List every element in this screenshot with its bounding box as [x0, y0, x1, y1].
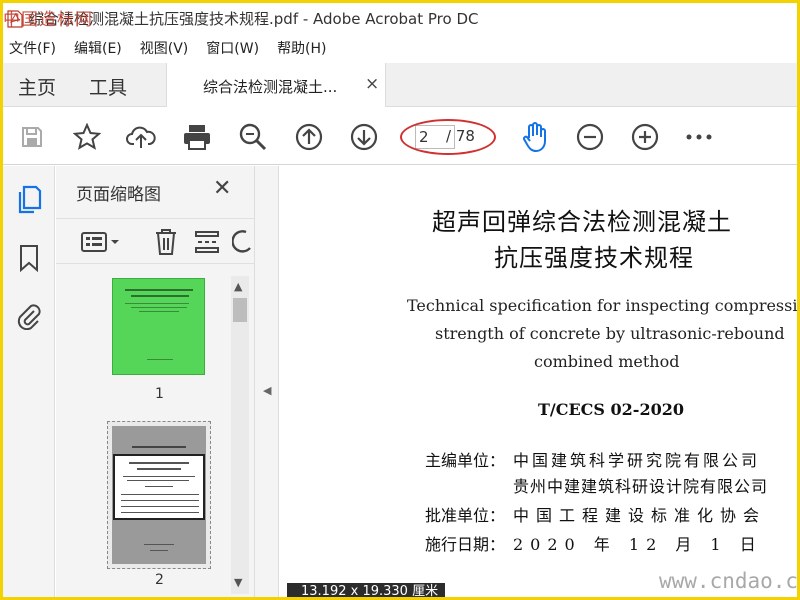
- page-thumbnail-2[interactable]: [107, 421, 211, 569]
- title-bar: 综合法检测混凝土抗压强度技术规程.pdf - Adobe Acrobat Pro…: [3, 3, 797, 34]
- page-up-icon[interactable]: [293, 121, 325, 153]
- tab-row: 主页 工具 综合法检测混凝土... ×: [3, 63, 797, 107]
- doc-title-zh-line2: 抗压强度技术规程: [494, 244, 694, 272]
- toolbar: 2 / 78: [3, 107, 797, 165]
- approver-org: 中国工程建设标准化协会: [513, 506, 767, 525]
- panel-close-button[interactable]: ✕: [213, 176, 231, 201]
- bookmark-icon[interactable]: [15, 242, 43, 274]
- thumbnail-label-1: 1: [155, 386, 164, 402]
- menu-window[interactable]: 窗口(W): [206, 38, 259, 58]
- page-down-icon[interactable]: [348, 121, 380, 153]
- editor-org-1: 中国建筑科学研究院有限公司: [513, 451, 761, 470]
- doc-title-en-line3: combined method: [534, 352, 680, 371]
- zoom-search-icon[interactable]: [237, 121, 269, 153]
- tab-document-label: 综合法检测混凝土...: [203, 78, 338, 96]
- panel-splitter[interactable]: ◀: [254, 166, 279, 597]
- extract-page-icon[interactable]: [192, 227, 222, 257]
- rotate-page-icon[interactable]: [232, 227, 254, 257]
- scroll-thumb[interactable]: [233, 298, 247, 322]
- watermark-top: 中国造标网: [3, 10, 93, 30]
- watermark-bottom: www.cndao.com: [659, 569, 797, 593]
- thumbnail-panel: 页面缩略图 ✕ 1 2 ▲ ▼: [56, 166, 254, 597]
- highlight-ellipse: [400, 119, 496, 155]
- menu-view[interactable]: 视图(V): [140, 38, 189, 58]
- editor-org-2: 贵州中建建筑科研设计院有限公司: [513, 477, 769, 496]
- tab-close-button[interactable]: ×: [365, 74, 379, 94]
- menu-edit[interactable]: 编辑(E): [74, 38, 122, 58]
- editor-label: 主编单位：: [425, 451, 506, 470]
- page-thumbnails-icon[interactable]: [15, 184, 43, 216]
- document-view: 超声回弹综合法检测混凝土 抗压强度技术规程 Technical specific…: [280, 166, 797, 597]
- attachment-icon[interactable]: [15, 300, 43, 332]
- page-dimensions-tooltip: 13.192 x 19.330 厘米: [287, 583, 445, 597]
- approver-label: 批准单位：: [425, 506, 506, 525]
- window-title: 综合法检测混凝土抗压强度技术规程.pdf - Adobe Acrobat Pro…: [29, 10, 479, 28]
- doc-title-en-line1: Technical specification for inspecting c…: [407, 296, 797, 315]
- menu-file[interactable]: 文件(F): [9, 38, 56, 58]
- bookmark-star-icon[interactable]: [71, 121, 103, 153]
- doc-title-zh-line1: 超声回弹综合法检测混凝土: [432, 208, 732, 236]
- collapse-panel-icon[interactable]: ◀: [263, 384, 271, 397]
- panel-title: 页面缩略图: [76, 185, 161, 205]
- effective-date-label: 施行日期：: [425, 535, 506, 554]
- print-icon[interactable]: [181, 121, 213, 153]
- zoom-out-icon[interactable]: [574, 121, 606, 153]
- doc-title-en-line2: strength of concrete by ultrasonic-rebou…: [435, 324, 785, 343]
- panel-toolbar: [56, 218, 254, 264]
- more-icon[interactable]: [683, 121, 715, 153]
- menu-help[interactable]: 帮助(H): [277, 38, 326, 58]
- thumbnail-scrollbar[interactable]: ▲ ▼: [231, 276, 249, 594]
- thumbnail-label-2: 2: [155, 572, 164, 588]
- tab-tools[interactable]: 工具: [89, 73, 127, 100]
- options-menu-icon[interactable]: [78, 227, 122, 257]
- scroll-down-arrow-icon[interactable]: ▼: [234, 576, 242, 589]
- delete-page-icon[interactable]: [151, 227, 181, 257]
- tab-document[interactable]: 综合法检测混凝土... ×: [166, 63, 386, 107]
- scroll-up-arrow-icon[interactable]: ▲: [234, 280, 242, 293]
- doc-standard-code: T/CECS 02-2020: [538, 400, 684, 419]
- page-thumbnail-1[interactable]: [112, 278, 205, 375]
- acrobat-window: 综合法检测混凝土抗压强度技术规程.pdf - Adobe Acrobat Pro…: [3, 3, 797, 597]
- navigation-rail: [3, 166, 55, 597]
- save-icon[interactable]: [16, 121, 48, 153]
- upload-cloud-icon[interactable]: [125, 121, 157, 153]
- effective-date: 2020 年 12 月 1 日: [513, 535, 763, 554]
- menu-bar: 文件(F) 编辑(E) 视图(V) 窗口(W) 帮助(H): [3, 35, 797, 61]
- hand-tool-icon[interactable]: [519, 121, 551, 153]
- tab-home[interactable]: 主页: [18, 73, 56, 100]
- zoom-in-icon[interactable]: [629, 121, 661, 153]
